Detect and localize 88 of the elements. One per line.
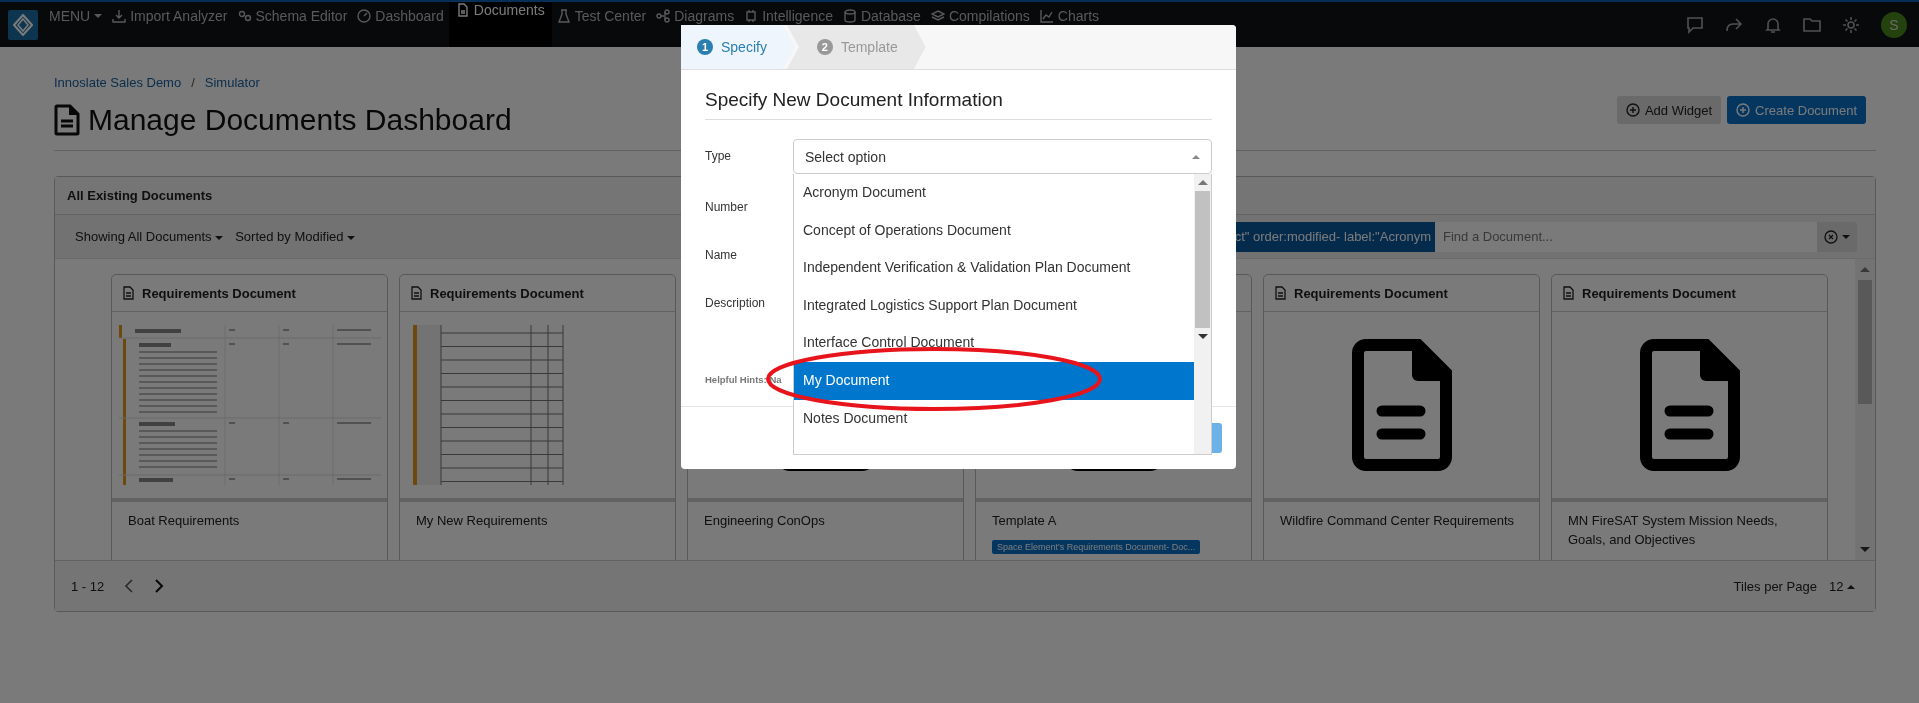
breadcrumb-separator: / <box>191 75 195 90</box>
previous-page-icon[interactable] <box>124 578 135 594</box>
nav-tab[interactable]: Charts <box>1034 2 1105 47</box>
layers-icon <box>930 9 945 23</box>
document-icon <box>123 286 134 300</box>
breadcrumb-link[interactable]: Simulator <box>204 75 260 90</box>
chat-icon[interactable] <box>1686 15 1704 34</box>
next-page-icon[interactable] <box>154 578 165 594</box>
folder-icon[interactable] <box>1803 15 1821 34</box>
search-field[interactable]: Find a Document... <box>1435 221 1817 252</box>
document-icon <box>411 286 422 300</box>
document-icon <box>1639 339 1740 471</box>
document-card[interactable]: Requirements Document MN FireSAT System Mission Needs, Goals, and Objectives <box>1551 274 1828 560</box>
action-button[interactable]: Create Document <box>1727 96 1866 124</box>
document-icon <box>1275 286 1286 300</box>
clear-icon <box>1824 229 1838 244</box>
document-icon <box>54 104 80 136</box>
card-title: Requirements Document <box>1294 285 1448 301</box>
field-label: Name <box>705 247 738 264</box>
scrollbar[interactable] <box>1194 174 1211 454</box>
caret-icon <box>1847 585 1855 590</box>
user-avatar[interactable]: S <box>1881 11 1907 38</box>
nav-tab[interactable]: Import Analyzer <box>107 2 233 47</box>
database-icon <box>842 9 857 23</box>
nav-tab[interactable]: Schema Editor <box>232 2 353 47</box>
document-name: Engineering ConOps <box>704 512 826 530</box>
wizard-step[interactable]: 1 Specify <box>681 25 795 69</box>
nav-tab[interactable]: Test Center <box>551 2 652 47</box>
nav-tab[interactable]: Compilations <box>925 2 1035 47</box>
field-label: Type <box>705 148 732 165</box>
caret-icon <box>1842 234 1850 239</box>
gauge-icon <box>357 9 372 23</box>
option-item[interactable]: Interface Control Document <box>794 324 1194 362</box>
flask-icon <box>556 9 571 23</box>
option-item[interactable]: Integrated Logistics Support Plan Document <box>794 286 1194 325</box>
share-icon[interactable] <box>1725 15 1743 34</box>
wizard-step[interactable]: 2 Template <box>786 25 926 69</box>
settings-icon[interactable] <box>1842 15 1860 34</box>
document-card[interactable]: Requirements Document Wildfire Command Center Requirements <box>1263 274 1540 560</box>
card-title: Requirements Document <box>142 285 296 301</box>
document-name: My New Requirements <box>416 512 549 530</box>
document-card[interactable]: Requirements Document My New Requirements <box>399 274 676 560</box>
card-title: Requirements Document <box>430 285 584 301</box>
document-icon <box>455 3 470 17</box>
document-icon <box>1563 286 1574 300</box>
nav-tab[interactable]: Dashboard <box>352 2 449 47</box>
document-name: Template A <box>992 512 1058 530</box>
tiles-per-page-label: Tiles per Page <box>1733 578 1817 594</box>
option-item[interactable]: Independent Verification & Validation Plan Document <box>794 249 1194 287</box>
logo-icon[interactable] <box>8 9 38 40</box>
chip-icon <box>744 9 759 23</box>
document-name: Wildfire Command Center Requirements <box>1280 512 1516 530</box>
helpful-hints-text: Helpful Hints: Na <box>705 374 783 385</box>
filter-dropdown[interactable]: Showing All Documents <box>75 229 224 244</box>
document-icon <box>1351 339 1452 471</box>
caret-icon <box>94 14 103 18</box>
option-item[interactable]: My Document <box>794 361 1194 400</box>
page-title: Manage Documents Dashboard <box>88 103 512 137</box>
document-name: Boat Requirements <box>128 512 241 530</box>
option-item[interactable]: Acronym Document <box>794 174 1194 212</box>
page-range: 1 - 12 <box>71 578 105 594</box>
panel-title: All Existing Documents <box>67 188 213 203</box>
breadcrumb-link[interactable]: Innoslate Sales Demo <box>54 75 182 90</box>
chart-icon <box>1039 9 1054 23</box>
gears-icon <box>237 9 252 23</box>
card-title: Requirements Document <box>1582 285 1736 301</box>
document-card[interactable]: Requirements Document Boat Requirements <box>111 274 388 560</box>
plus-circle-icon <box>1625 103 1640 117</box>
tiles-per-page-dropdown[interactable]: 12 <box>1828 578 1855 594</box>
dialog-title: Specify New Document Information <box>705 89 1212 120</box>
filter-dropdown[interactable]: Sorted by Modified <box>235 229 356 244</box>
caret-icon <box>347 235 356 240</box>
menu-button[interactable]: MENU <box>44 2 108 47</box>
network-icon <box>656 9 671 23</box>
download-icon <box>112 9 127 23</box>
document-name: MN FireSAT System Mission Needs, Goals, and Objectives <box>1568 512 1779 549</box>
option-item[interactable]: Concept of Operations Document <box>794 211 1194 250</box>
plus-circle-icon <box>1736 103 1751 117</box>
field-label: Number <box>705 199 749 216</box>
bell-icon[interactable] <box>1764 15 1782 34</box>
option-item[interactable]: Notes Document <box>794 399 1194 438</box>
action-button[interactable]: Add Widget <box>1616 96 1722 124</box>
field-label: Description <box>705 295 767 312</box>
caret-icon <box>215 235 224 240</box>
scrollbar[interactable] <box>1855 259 1875 560</box>
nav-tab[interactable]: Documents <box>448 2 552 47</box>
clear-button[interactable] <box>1817 221 1857 252</box>
label-tag: Space Element's Requirements Document- Doc... <box>992 540 1201 554</box>
